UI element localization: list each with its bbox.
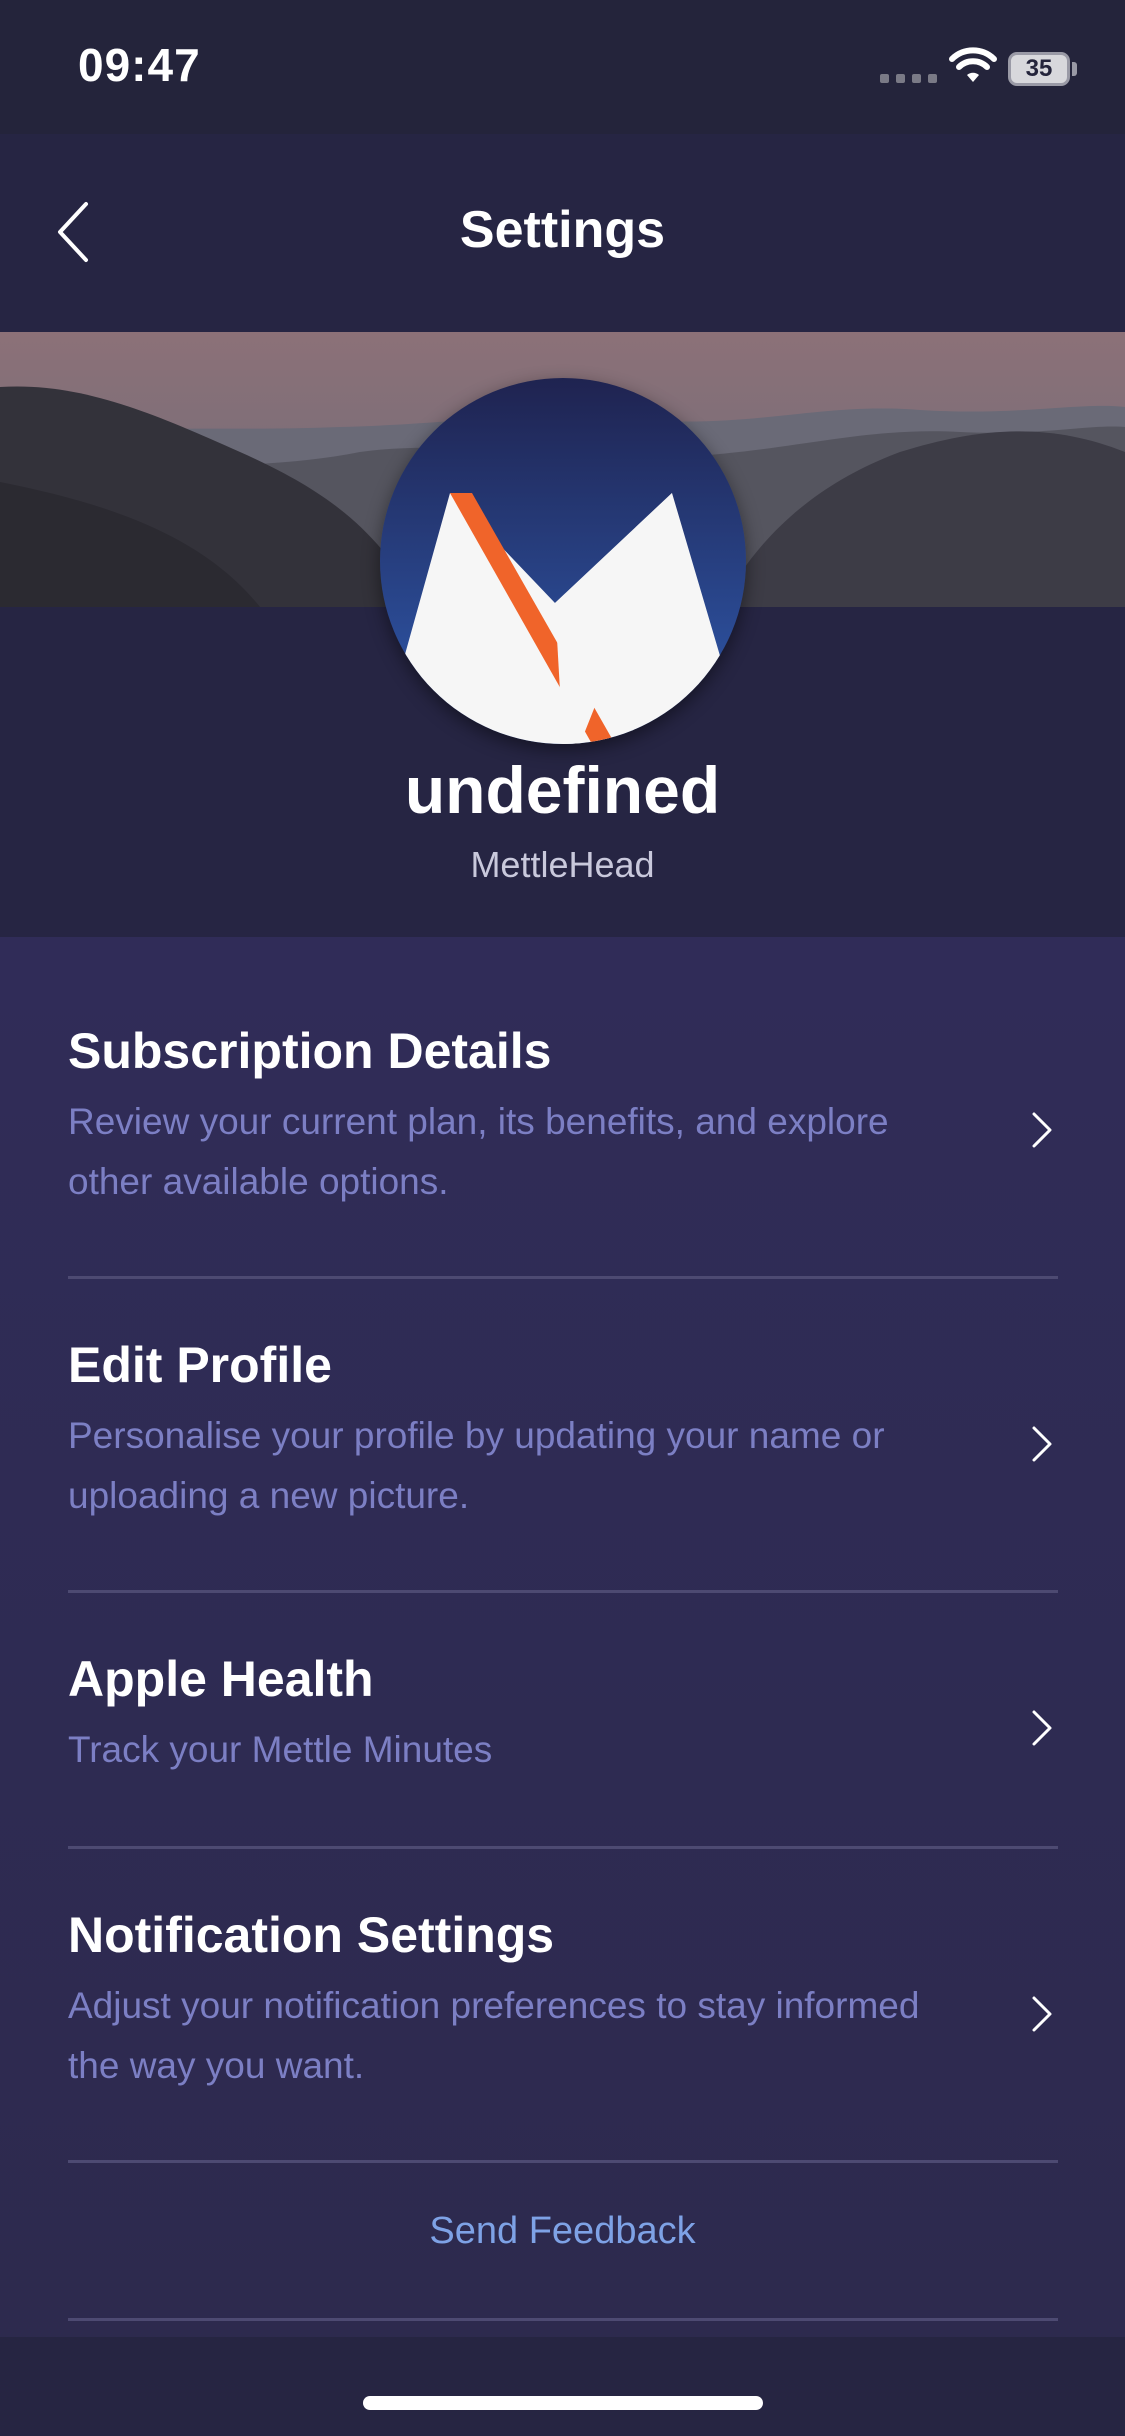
- item-description: Adjust your notification preferences to …: [68, 1985, 920, 2086]
- profile-subtitle: MettleHead: [470, 844, 655, 885]
- divider: [68, 2160, 1058, 2163]
- chevron-right-icon: [1032, 1426, 1052, 1462]
- chevron-right-icon: [1032, 1710, 1052, 1746]
- battery-tip: [1072, 62, 1077, 76]
- item-title: Apple Health: [68, 1651, 374, 1707]
- divider: [68, 2318, 1058, 2321]
- item-title: Subscription Details: [68, 1023, 552, 1079]
- settings-item-edit-profile[interactable]: Edit Profile Personalise your profile by…: [68, 1336, 1058, 1526]
- status-time: 09:47: [78, 39, 201, 91]
- chevron-right-icon: [1032, 1112, 1052, 1148]
- battery-level: 35: [1025, 55, 1053, 82]
- wifi-icon: [949, 47, 997, 82]
- settings-item-subscription-details[interactable]: Subscription Details Review your current…: [68, 1022, 1058, 1212]
- profile-name: undefined: [404, 753, 721, 827]
- nav-bar: Settings: [0, 134, 1125, 332]
- page-title: Settings: [459, 201, 666, 259]
- item-title: Notification Settings: [68, 1907, 555, 1963]
- chevron-right-icon: [1032, 1996, 1052, 2032]
- settings-item-apple-health[interactable]: Apple Health Track your Mettle Minutes: [68, 1650, 1058, 1780]
- battery-icon: 35: [1008, 52, 1070, 86]
- avatar[interactable]: [380, 378, 746, 744]
- item-description: Track your Mettle Minutes: [68, 1729, 493, 1770]
- item-title: Edit Profile: [68, 1337, 332, 1393]
- divider: [68, 1276, 1058, 1279]
- signal-icon: [880, 74, 937, 83]
- send-feedback-link[interactable]: Send Feedback: [0, 2210, 1125, 2253]
- bottom-area: [0, 2337, 1125, 2436]
- item-description: Review your current plan, its benefits, …: [68, 1101, 889, 1202]
- status-bar: 09:47 35: [0, 0, 1125, 134]
- settings-item-notification-settings[interactable]: Notification Settings Adjust your notifi…: [68, 1906, 1058, 2096]
- divider: [68, 1846, 1058, 1849]
- home-indicator[interactable]: [363, 2396, 763, 2410]
- item-description: Personalise your profile by updating you…: [68, 1415, 885, 1516]
- divider: [68, 1590, 1058, 1593]
